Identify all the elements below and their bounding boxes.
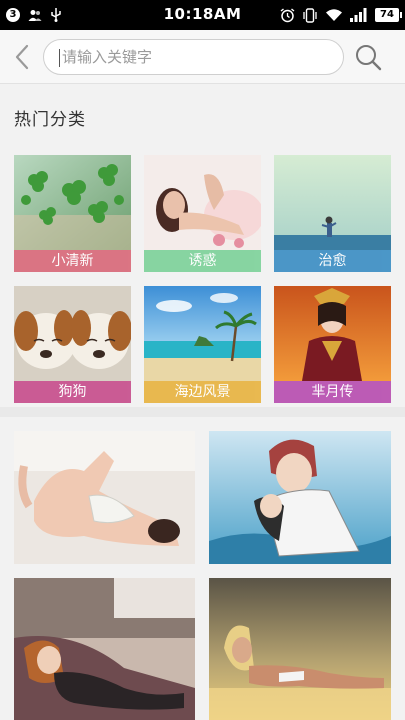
- category-tile-healing[interactable]: 治愈: [274, 155, 391, 272]
- photo-item-4[interactable]: [209, 578, 391, 720]
- category-tile-temptation[interactable]: 诱惑: [144, 155, 261, 272]
- search-header: [0, 30, 405, 84]
- photo-item-1[interactable]: [14, 431, 195, 564]
- section-title: 热门分类: [14, 110, 86, 130]
- photo-item-2[interactable]: [209, 431, 391, 564]
- category-tile-fresh[interactable]: 小清新: [14, 155, 131, 272]
- category-label: 治愈: [274, 250, 391, 272]
- section-divider: [0, 407, 405, 417]
- signal-icon: [350, 8, 367, 22]
- seaside-figure-image: [274, 155, 391, 250]
- puppies-image: [14, 286, 131, 381]
- historical-drama-image: [274, 286, 391, 381]
- category-tile-miyue[interactable]: 芈月传: [274, 286, 391, 403]
- photo-grid: [0, 417, 405, 720]
- category-tile-seaside[interactable]: 海边风景: [144, 286, 261, 403]
- model-photo-image: [144, 155, 261, 250]
- category-label: 芈月传: [274, 381, 391, 403]
- search-box[interactable]: [43, 39, 344, 75]
- hot-categories: 热门分类 小清新 诱惑 治愈 狗狗 海边风景 芈月传: [0, 85, 405, 407]
- category-label: 海边风景: [144, 381, 261, 403]
- status-right-icons: 74: [280, 5, 402, 25]
- status-bar: 3 10:18AM 74: [0, 0, 405, 30]
- alarm-icon: [280, 7, 295, 22]
- category-label: 狗狗: [14, 381, 131, 403]
- search-input[interactable]: [62, 40, 332, 74]
- vibrate-icon: [303, 7, 317, 23]
- text-cursor: [59, 49, 60, 67]
- wifi-icon: [326, 9, 342, 21]
- photo-item-3[interactable]: [14, 578, 195, 720]
- clover-leaves-image: [14, 155, 131, 250]
- category-tile-dogs[interactable]: 狗狗: [14, 286, 131, 403]
- battery-icon: 74: [375, 8, 402, 22]
- category-label: 诱惑: [144, 250, 261, 272]
- chevron-left-icon[interactable]: [10, 42, 34, 72]
- beach-scenery-image: [144, 286, 261, 381]
- search-icon[interactable]: [353, 42, 385, 74]
- category-label: 小清新: [14, 250, 131, 272]
